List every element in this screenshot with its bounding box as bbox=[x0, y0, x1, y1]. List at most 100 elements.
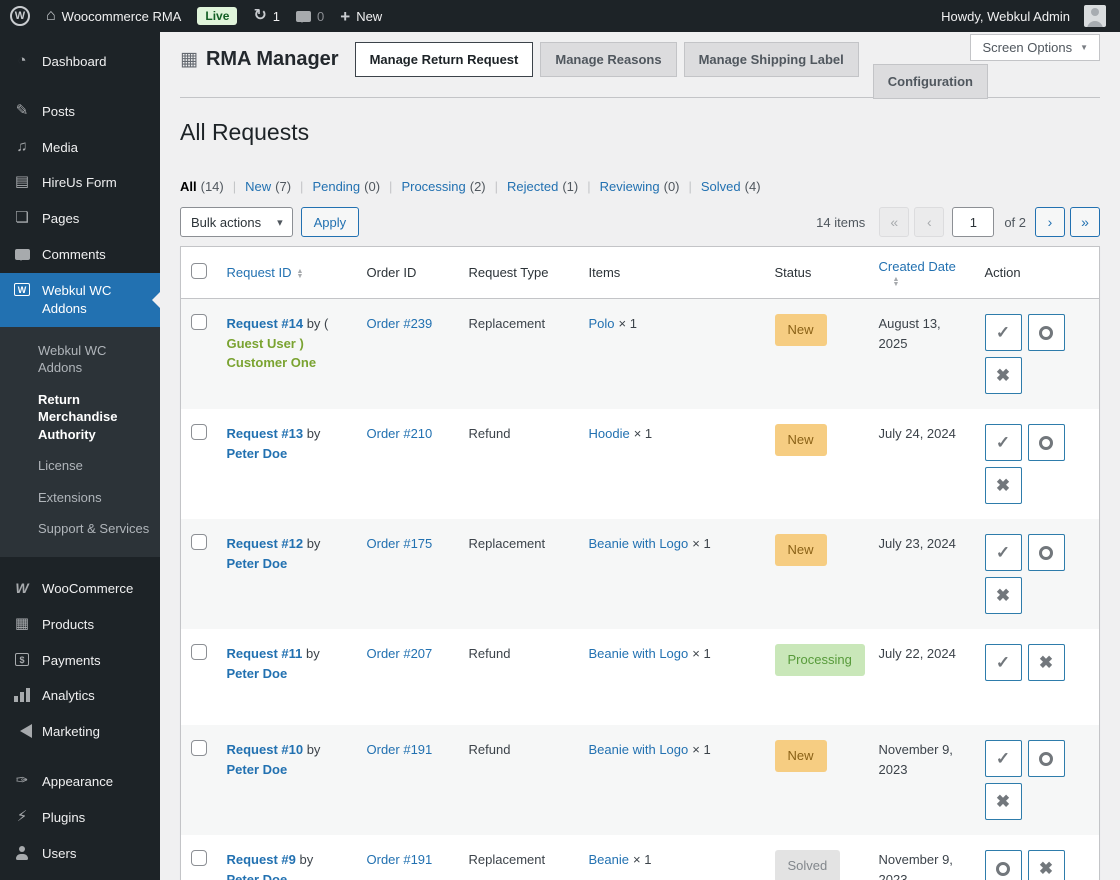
filter-link-all[interactable]: All bbox=[180, 179, 197, 194]
check-action-button[interactable]: ✓ bbox=[985, 644, 1022, 681]
sidebar-item-pages[interactable]: ❏Pages bbox=[0, 201, 160, 237]
request-link[interactable]: Request #10 bbox=[227, 742, 304, 757]
cross-action-button[interactable]: ✖ bbox=[985, 783, 1022, 820]
customer-link[interactable]: Customer One bbox=[227, 355, 317, 370]
request-link[interactable]: Request #9 bbox=[227, 852, 296, 867]
customer-link[interactable]: Peter Doe bbox=[227, 446, 288, 461]
cross-action-button[interactable]: ✖ bbox=[985, 577, 1022, 614]
sidebar-subitem-extensions[interactable]: Extensions bbox=[0, 482, 160, 514]
sidebar-subitem-license[interactable]: License bbox=[0, 450, 160, 482]
next-page-button[interactable]: › bbox=[1035, 207, 1065, 237]
created-date-cell: August 13, 2025 bbox=[869, 299, 975, 410]
check-action-button[interactable]: ✓ bbox=[985, 424, 1022, 461]
tab-manage-shipping-label[interactable]: Manage Shipping Label bbox=[684, 42, 859, 77]
sidebar-item-dashboard[interactable]: ◔Dashboard bbox=[0, 44, 160, 80]
sidebar-subitem-support-services[interactable]: Support & Services bbox=[0, 513, 160, 545]
request-type-cell: Refund bbox=[459, 629, 579, 725]
request-link[interactable]: Request #11 bbox=[227, 646, 303, 661]
by-label: by bbox=[303, 742, 320, 757]
product-link[interactable]: Beanie with Logo bbox=[589, 742, 689, 757]
check-action-button[interactable]: ✓ bbox=[985, 534, 1022, 571]
sidebar-item-analytics[interactable]: Analytics bbox=[0, 678, 160, 714]
order-link[interactable]: Order #191 bbox=[367, 742, 433, 757]
filter-link-new[interactable]: New bbox=[245, 179, 271, 194]
circle-action-button[interactable] bbox=[1028, 534, 1065, 571]
order-link[interactable]: Order #239 bbox=[367, 316, 433, 331]
updates-menu[interactable]: ↻1 bbox=[253, 8, 280, 24]
order-link[interactable]: Order #210 bbox=[367, 426, 433, 441]
apply-button[interactable]: Apply bbox=[301, 207, 360, 237]
sidebar-item-products[interactable]: ▦Products bbox=[0, 607, 160, 643]
row-checkbox[interactable] bbox=[191, 534, 207, 550]
request-link[interactable]: Request #14 bbox=[227, 316, 304, 331]
request-link[interactable]: Request #12 bbox=[227, 536, 304, 551]
sidebar-item-woocommerce[interactable]: WWooCommerce bbox=[0, 571, 160, 607]
sidebar-subitem-return-merchandise-authority[interactable]: Return Merchandise Authority bbox=[0, 384, 160, 451]
order-link[interactable]: Order #175 bbox=[367, 536, 433, 551]
order-link[interactable]: Order #191 bbox=[367, 852, 433, 867]
product-link[interactable]: Beanie with Logo bbox=[589, 536, 689, 551]
new-content-menu[interactable]: +New bbox=[340, 8, 382, 25]
tab-configuration[interactable]: Configuration bbox=[873, 64, 988, 99]
row-checkbox[interactable] bbox=[191, 850, 207, 866]
last-page-button[interactable]: » bbox=[1070, 207, 1100, 237]
cross-action-button[interactable]: ✖ bbox=[1028, 850, 1065, 880]
sidebar-item-posts[interactable]: ✎Posts bbox=[0, 94, 160, 130]
filter-link-solved[interactable]: Solved bbox=[701, 179, 741, 194]
sidebar-item-tools[interactable]: ⚒Tools bbox=[0, 871, 160, 880]
sidebar-item-appearance[interactable]: ✑Appearance bbox=[0, 764, 160, 800]
cross-action-button[interactable]: ✖ bbox=[1028, 644, 1065, 681]
filter-link-reviewing[interactable]: Reviewing bbox=[600, 179, 660, 194]
select-all-checkbox[interactable] bbox=[191, 263, 207, 279]
sidebar-item-marketing[interactable]: Marketing bbox=[0, 714, 160, 750]
row-checkbox[interactable] bbox=[191, 740, 207, 756]
sidebar-item-comments[interactable]: Comments bbox=[0, 237, 160, 273]
tab-manage-reasons[interactable]: Manage Reasons bbox=[540, 42, 676, 77]
circle-action-button[interactable] bbox=[1028, 424, 1065, 461]
comments-menu[interactable]: 0 bbox=[296, 9, 324, 24]
sidebar-item-payments[interactable]: $Payments bbox=[0, 643, 160, 679]
request-link[interactable]: Request #13 bbox=[227, 426, 304, 441]
circle-action-button[interactable] bbox=[1028, 740, 1065, 777]
current-page-input[interactable] bbox=[952, 207, 994, 237]
row-checkbox[interactable] bbox=[191, 314, 207, 330]
sidebar-item-users[interactable]: Users bbox=[0, 836, 160, 872]
column-header-created-date[interactable]: Created Date ▲▼ bbox=[869, 247, 975, 299]
table-row: Request #11 byPeter DoeOrder #207RefundB… bbox=[181, 629, 1100, 725]
row-checkbox[interactable] bbox=[191, 424, 207, 440]
circle-action-button[interactable] bbox=[1028, 314, 1065, 351]
column-header-request-id[interactable]: Request ID▲▼ bbox=[217, 247, 357, 299]
customer-link[interactable]: Peter Doe bbox=[227, 872, 288, 880]
product-link[interactable]: Beanie with Logo bbox=[589, 646, 689, 661]
check-action-button[interactable]: ✓ bbox=[985, 314, 1022, 351]
sidebar-item-plugins[interactable]: ⚡Plugins bbox=[0, 800, 160, 836]
wordpress-logo[interactable]: W bbox=[10, 6, 30, 26]
sidebar-item-webkul-wc-addons[interactable]: WWebkul WC Addons bbox=[0, 273, 160, 327]
cross-action-button[interactable]: ✖ bbox=[985, 357, 1022, 394]
sidebar-item-media[interactable]: ♫Media bbox=[0, 130, 160, 166]
screen-options-button[interactable]: Screen Options ▼ bbox=[970, 34, 1100, 61]
tab-manage-return-request[interactable]: Manage Return Request bbox=[355, 42, 534, 77]
customer-link[interactable]: Peter Doe bbox=[227, 762, 288, 777]
customer-link[interactable]: Peter Doe bbox=[227, 666, 288, 681]
account-menu[interactable]: Howdy, Webkul Admin bbox=[941, 5, 1106, 27]
sidebar-subitem-webkul-wc-addons[interactable]: Webkul WC Addons bbox=[0, 335, 160, 384]
by-label: by ( bbox=[303, 316, 328, 331]
filter-link-processing[interactable]: Processing bbox=[401, 179, 465, 194]
filter-link-rejected[interactable]: Rejected bbox=[507, 179, 558, 194]
bulk-actions-select[interactable]: Bulk actions ▾ bbox=[180, 207, 293, 237]
product-link[interactable]: Polo bbox=[589, 316, 615, 331]
filter-link-pending[interactable]: Pending bbox=[312, 179, 360, 194]
order-link[interactable]: Order #207 bbox=[367, 646, 433, 661]
site-menu[interactable]: ⌂Woocommerce RMA bbox=[46, 8, 181, 24]
row-checkbox[interactable] bbox=[191, 644, 207, 660]
sidebar-item-hireus-form[interactable]: ▤HireUs Form bbox=[0, 165, 160, 201]
customer-link[interactable]: Peter Doe bbox=[227, 556, 288, 571]
check-action-button[interactable]: ✓ bbox=[985, 740, 1022, 777]
status-badge: Processing bbox=[775, 644, 865, 676]
customer-link[interactable]: Guest User ) bbox=[227, 336, 304, 351]
circle-action-button[interactable] bbox=[985, 850, 1022, 880]
product-link[interactable]: Beanie bbox=[589, 852, 629, 867]
cross-action-button[interactable]: ✖ bbox=[985, 467, 1022, 504]
product-link[interactable]: Hoodie bbox=[589, 426, 630, 441]
